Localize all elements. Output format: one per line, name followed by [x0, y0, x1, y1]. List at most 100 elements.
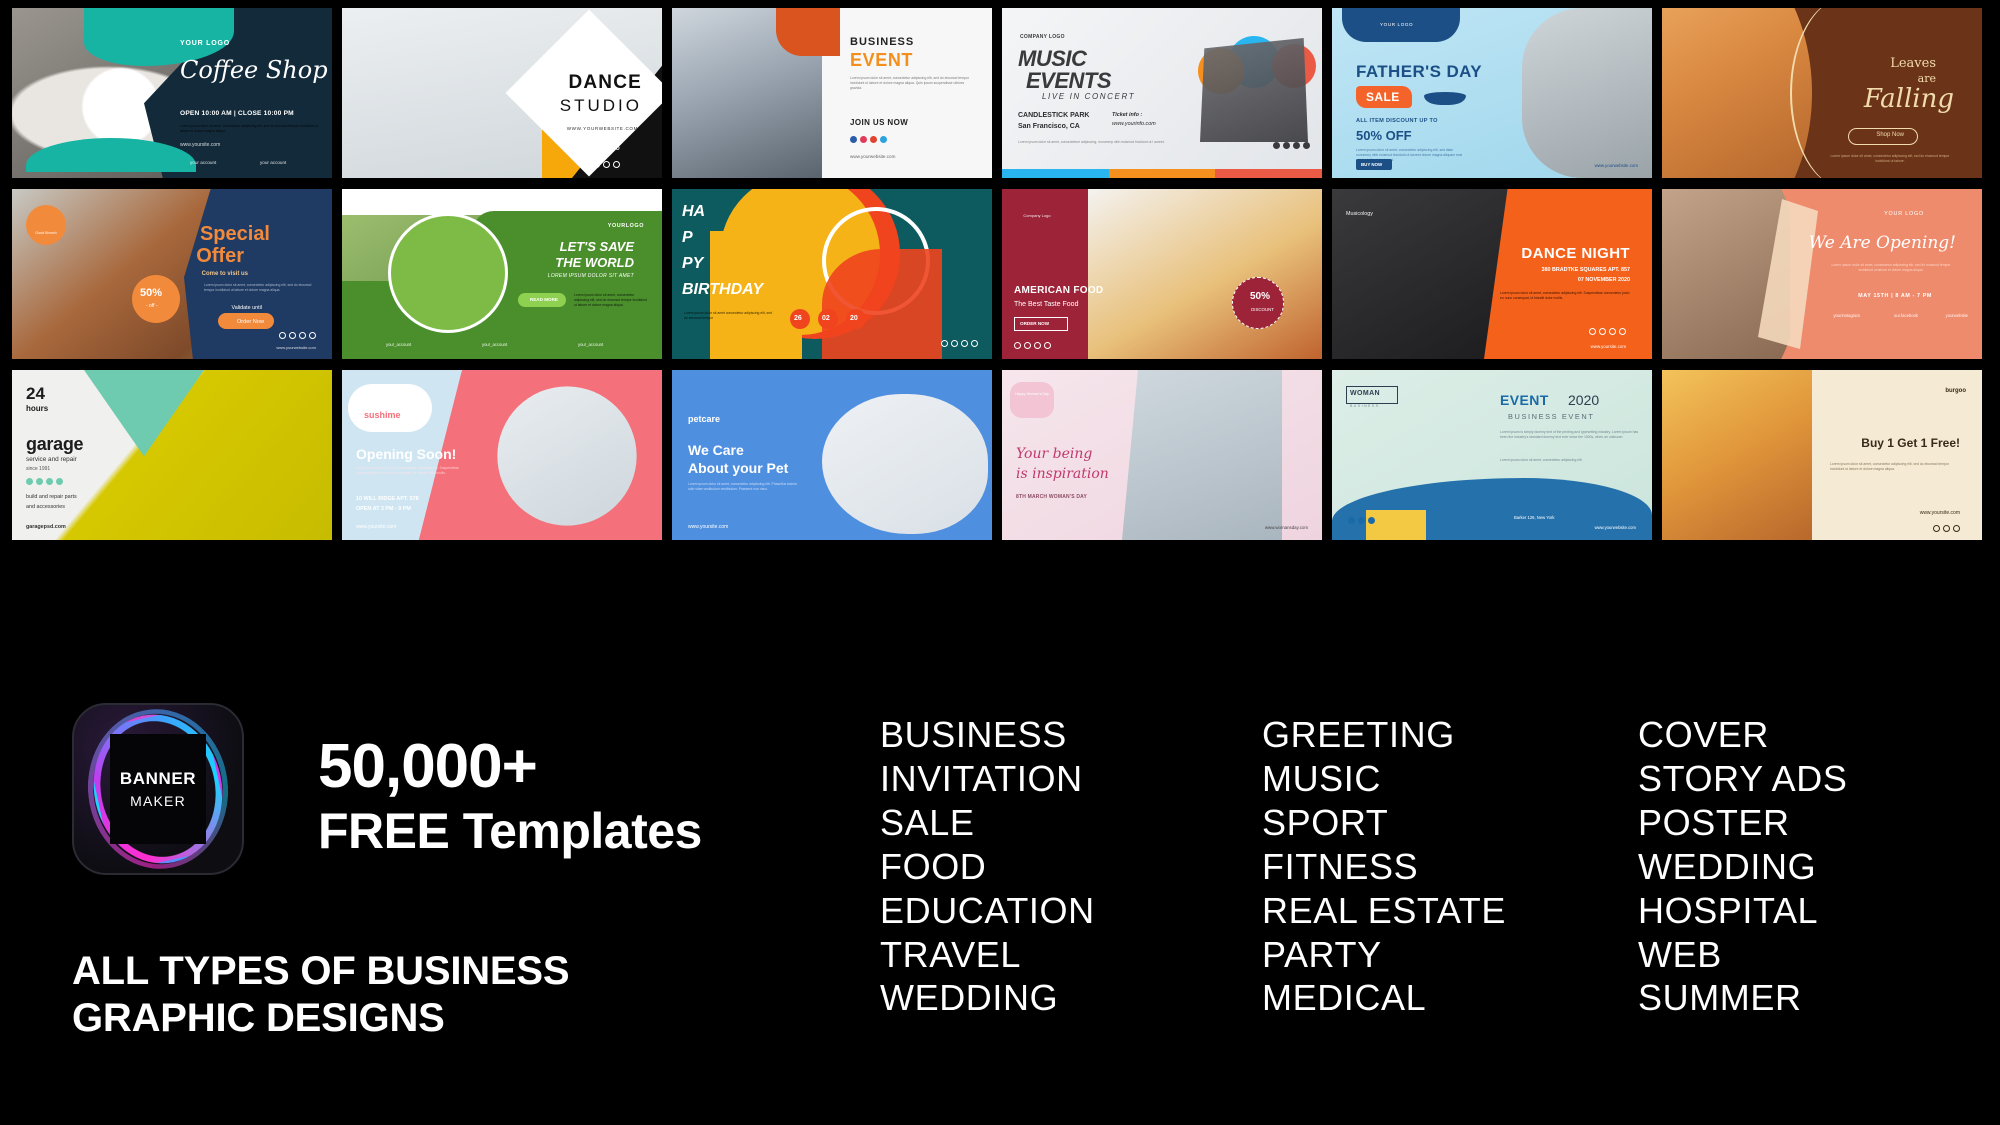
instagram-icon[interactable]: [1368, 517, 1375, 524]
buy-now-label[interactable]: BUY NOW: [1361, 162, 1382, 167]
twitter-icon[interactable]: [1953, 525, 1960, 532]
facebook-icon[interactable]: [850, 136, 857, 143]
template-card-special-offer[interactable]: Good Brunch Special Offer Come to visit …: [12, 189, 332, 359]
instagram-icon[interactable]: [941, 340, 948, 347]
social-icons[interactable]: [1348, 517, 1375, 524]
social-icons[interactable]: [1273, 142, 1310, 149]
twitter-icon[interactable]: [1293, 142, 1300, 149]
banner-title-line1: Special: [199, 223, 270, 245]
template-card-dance-night[interactable]: Musicology DANCE NIGHT 380 BRADTKE SQUAR…: [1332, 189, 1652, 359]
instagram-icon[interactable]: [289, 332, 296, 339]
twitter-icon[interactable]: [613, 161, 620, 168]
template-card-happy-birthday[interactable]: HA P PY BIRTHDAY Lorem ipsum dolor sit a…: [672, 189, 992, 359]
website-label: www.yoursite.com: [180, 142, 221, 148]
template-card-sushime[interactable]: sushime Opening Soon! Lorem ipsum dolor …: [342, 370, 662, 540]
thumbnail-photo: [822, 394, 988, 534]
category-item: GREETING: [1262, 714, 1455, 755]
banner-title-line3: Falling: [1863, 84, 1954, 114]
category-item: MUSIC: [1262, 757, 1381, 799]
social-icons[interactable]: [593, 161, 620, 168]
youtube-icon[interactable]: [1619, 328, 1626, 335]
facebook-icon[interactable]: [1933, 525, 1940, 532]
banner-title: Opening Soon!: [356, 446, 457, 462]
template-card-pet-care[interactable]: petcare We Care About your Pet Lorem ips…: [672, 370, 992, 540]
twitter-icon[interactable]: [880, 136, 887, 143]
template-card-event-2020[interactable]: WOMAN BUSINESS EVENT 2020 BUSINESS EVENT…: [1332, 370, 1652, 540]
twitter-icon[interactable]: [1034, 342, 1041, 349]
social-icons[interactable]: [279, 332, 316, 339]
youtube-icon[interactable]: [1303, 142, 1310, 149]
twitter-icon[interactable]: [299, 332, 306, 339]
template-card-coffee-shop[interactable]: YOUR LOGO Coffee Shop OPEN 10:00 AM | CL…: [12, 8, 332, 178]
template-card-garage[interactable]: 24 hours garage service and repair since…: [12, 370, 332, 540]
template-card-music-events[interactable]: COMPANY LOGO MUSIC EVENTS LIVE IN CONCER…: [1002, 8, 1322, 178]
facebook-icon[interactable]: [1024, 342, 1031, 349]
logo-label: burgoo: [1945, 388, 1966, 394]
instagram-icon[interactable]: [1014, 342, 1021, 349]
template-card-womans-day[interactable]: Happy Woman's Day Your being is inspirat…: [1002, 370, 1322, 540]
youtube-icon[interactable]: [870, 136, 877, 143]
social-account-1: yourinstagram: [1833, 313, 1860, 318]
facebook-icon[interactable]: [26, 478, 33, 485]
twitter-icon[interactable]: [961, 340, 968, 347]
order-now-label[interactable]: ORDER NOW: [1020, 321, 1049, 326]
template-card-fathers-day[interactable]: YOUR LOGO FATHER'S DAY SALE ALL ITEM DIS…: [1332, 8, 1652, 178]
youtube-icon[interactable]: [56, 478, 63, 485]
template-card-business-event[interactable]: BUSINESS EVENT Lorem ipsum dolor sit ame…: [672, 8, 992, 178]
facebook-icon[interactable]: [279, 332, 286, 339]
instagram-icon[interactable]: [1283, 142, 1290, 149]
order-now-label[interactable]: Order Now: [237, 319, 264, 325]
discount-label: ALL ITEM DISCOUNT UP TO: [1356, 118, 1438, 124]
badge: [1010, 382, 1054, 418]
banner-subtitle: BUSINESS EVENT: [1508, 412, 1595, 421]
instagram-icon[interactable]: [1943, 525, 1950, 532]
instagram-icon[interactable]: [860, 136, 867, 143]
template-row: 24 hours garage service and repair since…: [12, 370, 1990, 540]
facebook-icon[interactable]: [951, 340, 958, 347]
social-icons[interactable]: [1014, 342, 1051, 349]
template-card-american-food[interactable]: Company Logo AMERICAN FOOD The Best Tast…: [1002, 189, 1322, 359]
banner-eyebrow: BUSINESS: [850, 36, 915, 48]
facebook-icon[interactable]: [1273, 142, 1280, 149]
shop-now-label[interactable]: Shop Now: [1876, 132, 1904, 138]
title-l3: PY: [682, 255, 704, 272]
logo-badge-label: Good Brunch: [35, 231, 57, 235]
accent-shape: [1366, 510, 1426, 540]
app-logo[interactable]: BANNER MAKER: [72, 703, 244, 875]
category-item: REAL ESTATE: [1262, 889, 1506, 931]
big-number: 24: [26, 384, 45, 403]
social-icons[interactable]: [26, 478, 63, 485]
instagram-icon[interactable]: [603, 161, 610, 168]
website-label: www.womansday.com: [1264, 525, 1308, 530]
discount-value: 50% OFF: [1356, 128, 1412, 143]
facebook-icon[interactable]: [1599, 328, 1606, 335]
facebook-icon[interactable]: [1348, 517, 1355, 524]
social-icons[interactable]: [850, 136, 887, 143]
template-card-save-world[interactable]: YOURLOGO LET'S SAVE THE WORLD LOREM IPSU…: [342, 189, 662, 359]
hours-label: OPEN 10:00 AM | CLOSE 10:00 PM: [180, 110, 294, 117]
social-icons[interactable]: [1933, 525, 1960, 532]
read-more-label[interactable]: READ MORE: [530, 297, 558, 302]
website-label: www.yoursite.com: [356, 524, 397, 530]
twitter-icon[interactable]: [46, 478, 53, 485]
social-icons[interactable]: [941, 340, 978, 347]
instagram-icon[interactable]: [36, 478, 43, 485]
template-card-leaves-falling[interactable]: Leaves are Falling Shop Now Lorem ipsum …: [1662, 8, 1982, 178]
category-item: SUMMER: [1638, 977, 1802, 1019]
youtube-icon[interactable]: [309, 332, 316, 339]
template-card-dance-studio[interactable]: DANCE STUDIO WWW.YOURWEBSITE.COM LOGOSTU…: [342, 8, 662, 178]
template-card-burgoo[interactable]: burgoo Buy 1 Get 1 Free! Lorem ipsum dol…: [1662, 370, 1982, 540]
social-icons[interactable]: [1589, 328, 1626, 335]
instagram-icon[interactable]: [1589, 328, 1596, 335]
category-item: MEDICAL: [1262, 977, 1427, 1019]
cta-label[interactable]: JOIN US NOW: [850, 118, 908, 127]
free-templates-label: FREE Templates: [318, 803, 702, 859]
template-card-we-are-opening[interactable]: YOUR LOGO We Are Opening! Lorem ipsum do…: [1662, 189, 1982, 359]
twitter-icon[interactable]: [1609, 328, 1616, 335]
twitter-icon[interactable]: [1358, 517, 1365, 524]
facebook-icon[interactable]: [593, 161, 600, 168]
youtube-icon[interactable]: [971, 340, 978, 347]
logo-label: COMPANY LOGO: [1020, 34, 1065, 40]
youtube-icon[interactable]: [1044, 342, 1051, 349]
social-account-1: your_account: [386, 342, 412, 347]
